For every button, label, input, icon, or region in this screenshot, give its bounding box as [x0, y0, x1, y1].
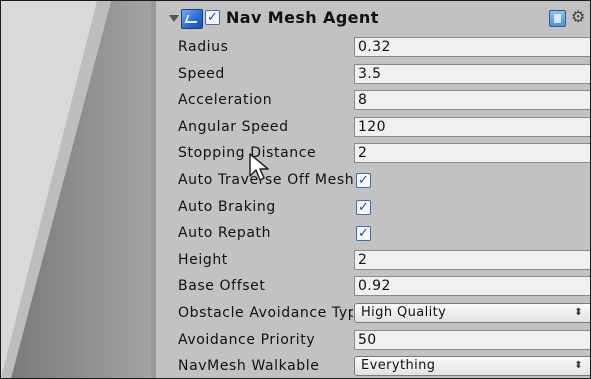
property-value-field[interactable]: 0.92	[354, 276, 590, 297]
scene-view[interactable]	[1, 1, 156, 378]
property-label: Avoidance Priority	[178, 331, 316, 348]
dropdown-value: Everything	[361, 358, 436, 374]
dropdown-value: High Quality	[361, 305, 447, 320]
property-label: Auto Repath	[178, 225, 272, 242]
property-label: Auto Braking	[178, 198, 276, 215]
nav-mesh-agent-icon	[181, 9, 203, 29]
property-row: Obstacle Avoidance Type High Quality ⬍	[157, 300, 590, 326]
property-label: NavMesh Walkable	[178, 358, 320, 375]
property-row: Height 2	[157, 247, 590, 273]
property-checkbox[interactable]: ✓	[356, 226, 371, 242]
property-label: Radius	[178, 39, 229, 55]
dropdown-arrow-icon: ⬍	[574, 360, 583, 372]
property-row: Radius 0.32	[157, 34, 590, 60]
property-label: Base Offset	[178, 278, 266, 295]
property-row: Auto Repath ✓	[157, 220, 590, 246]
property-row: Stopping Distance 2	[157, 140, 590, 166]
property-dropdown[interactable]: High Quality ⬍	[354, 303, 590, 323]
panel-divider[interactable]	[151, 1, 156, 378]
property-value-field[interactable]: 50	[354, 329, 590, 350]
property-checkbox[interactable]: ✓	[356, 173, 371, 188]
property-value-field[interactable]: 2	[354, 143, 590, 164]
property-value-field[interactable]: 3.5	[354, 63, 590, 84]
property-checkbox[interactable]: ✓	[356, 199, 371, 215]
property-row: Auto Braking ✓	[157, 194, 590, 220]
scene-geometry	[1, 1, 156, 378]
property-label: Obstacle Avoidance Type	[178, 305, 353, 321]
property-value-field[interactable]: 8	[354, 90, 590, 111]
component-title: Nav Mesh Agent	[226, 8, 379, 27]
mouse-cursor-icon	[249, 153, 269, 181]
property-row: Speed 3.5	[157, 61, 590, 87]
property-row: Acceleration 8	[157, 87, 590, 113]
property-row: Base Offset 0.92	[157, 273, 590, 299]
property-label: Speed	[178, 65, 225, 82]
property-dropdown[interactable]: Everything ⬍	[354, 356, 590, 377]
property-row: Avoidance Priority 50	[157, 327, 590, 353]
property-label: Angular Speed	[178, 118, 289, 135]
property-label: Height	[178, 251, 228, 268]
property-value-field[interactable]: 0.32	[354, 37, 590, 57]
inspector-panel: ✓ Nav Mesh Agent ⚙ Radius 0.32 Speed 3.5 Acc…	[157, 1, 590, 378]
property-label: Acceleration	[178, 92, 273, 109]
property-row: NavMesh Walkable Everything ⬍	[157, 353, 590, 378]
property-value-field[interactable]: 2	[354, 249, 590, 270]
component-header[interactable]: ✓ Nav Mesh Agent ⚙	[157, 5, 590, 33]
dropdown-arrow-icon: ⬍	[574, 307, 583, 318]
property-row: Angular Speed 120	[157, 114, 590, 140]
window-frame: ✓ Nav Mesh Agent ⚙ Radius 0.32 Speed 3.5 Acc…	[0, 0, 591, 379]
component-enabled-checkbox[interactable]: ✓	[205, 10, 220, 25]
gear-icon[interactable]: ⚙	[571, 7, 590, 27]
property-row: Auto Traverse Off Mesh Link✓	[157, 167, 590, 193]
help-book-icon[interactable]	[549, 10, 566, 27]
property-value-field[interactable]: 120	[354, 116, 590, 137]
foldout-arrow-icon[interactable]	[169, 15, 179, 22]
